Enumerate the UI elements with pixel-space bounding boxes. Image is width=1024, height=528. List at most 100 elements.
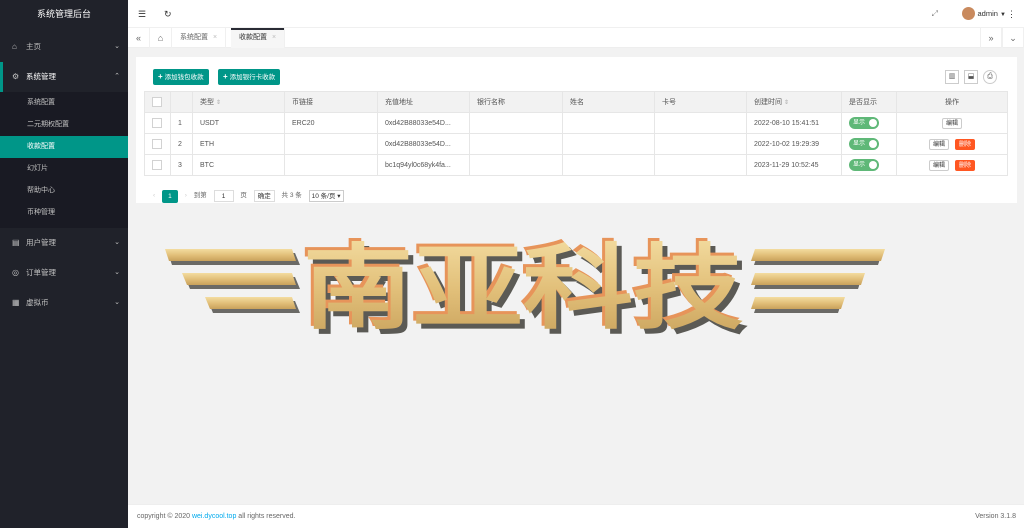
chevron-down-icon: ⌄	[114, 239, 120, 246]
button-label: 添加银行卡收款	[229, 74, 276, 81]
cell-actions: 编辑	[896, 112, 1008, 134]
footer: copyright © 2020 wei.dycool.top all righ…	[128, 504, 1024, 528]
coin-icon: ▦	[12, 298, 20, 307]
cell-actions: 编辑 删除	[896, 133, 1008, 155]
row-checkbox[interactable]	[152, 160, 162, 170]
sidebar-item-label: 用户管理	[26, 238, 56, 247]
cell-card	[654, 154, 747, 176]
close-icon[interactable]: ×	[272, 34, 276, 41]
sidebar-item-users[interactable]: ▤ 用户管理 ⌄	[0, 228, 128, 258]
sidebar-item-system[interactable]: ⚙ 系统管理 ⌃	[0, 62, 128, 92]
sidebar-item-label: 主页	[26, 42, 41, 51]
row-index: 1	[170, 112, 193, 134]
cell-name	[562, 112, 655, 134]
avatar	[961, 6, 975, 20]
page-unit-label: 页	[240, 192, 247, 199]
sidebar-item-orders[interactable]: ◎ 订单管理 ⌄	[0, 258, 128, 288]
table-row: 3 BTC bc1q94yl0c68yk4fa... 2023-11-29 10…	[144, 154, 1008, 176]
cell-bank	[469, 154, 563, 176]
export-icon[interactable]: ⬓	[964, 70, 978, 84]
more-vertical-icon[interactable]: ⋮	[1007, 0, 1016, 28]
sidebar-subitem-options-config[interactable]: 二元期权配置	[0, 114, 128, 136]
sidebar-subitem-currency[interactable]: 币种管理	[0, 202, 128, 224]
app-title: 系统管理后台	[0, 0, 128, 28]
cell-bank	[469, 112, 563, 134]
orders-icon: ◎	[12, 268, 19, 277]
tab-label: 系统配置	[180, 34, 208, 41]
close-icon[interactable]: ×	[213, 34, 217, 41]
table-row: 1 USDT ERC20 0xd42B88033e54D... 2022-08-…	[144, 112, 1008, 134]
tabs-scroll-right-icon[interactable]: »	[980, 28, 1002, 48]
visible-toggle[interactable]: 显示	[849, 138, 879, 150]
cell-time: 2022-08-10 15:41:51	[746, 112, 842, 134]
sort-icon[interactable]: ⇕	[216, 100, 221, 106]
gear-icon: ⚙	[12, 72, 20, 81]
print-icon[interactable]: ⎙	[983, 70, 997, 84]
toggle-label: 显示	[853, 141, 866, 147]
edit-button[interactable]: 编辑	[941, 117, 962, 129]
menu-toggle-icon[interactable]: ☰	[138, 0, 146, 28]
column-label: 类型	[200, 99, 214, 106]
tabs-scroll-left-icon[interactable]: «	[128, 28, 150, 48]
cell-address: 0xd42B88033e54D...	[377, 112, 470, 134]
goto-confirm-button[interactable]: 确定	[253, 190, 275, 202]
fullscreen-icon[interactable]: ⤢	[932, 0, 938, 28]
columns-filter-icon[interactable]: ▥	[945, 70, 959, 84]
cell-visible: 显示	[841, 154, 897, 176]
cell-bank	[469, 133, 563, 155]
tab-payment-config[interactable]: 收款配置 ×	[231, 28, 286, 48]
header-created-time[interactable]: 创建时间 ⇕	[746, 91, 842, 113]
cell-address: 0xd42B88033e54D...	[377, 133, 470, 155]
delete-button[interactable]: 删除	[955, 138, 976, 150]
pagination: ‹ 1 › 到第 1 页 确定 共 3 条 10 条/页 ▾	[153, 189, 349, 203]
payment-config-card: + 添加钱包收款 + 添加银行卡收款 ▥ ⬓ ⎙ 类型 ⇕ 币链接 充值地址 银行名称…	[136, 57, 1017, 203]
toggle-knob	[869, 140, 877, 148]
page-current[interactable]: 1	[161, 189, 178, 203]
sidebar-item-home[interactable]: ⌂ 主页 ⌄	[0, 32, 128, 62]
row-checkbox[interactable]	[152, 118, 162, 128]
sidebar-subitem-help[interactable]: 帮助中心	[0, 180, 128, 202]
sidebar-item-label: 系统管理	[26, 72, 56, 81]
payment-table: 类型 ⇕ 币链接 充值地址 银行名称 姓名 卡号 创建时间 ⇕ 是否显示 操作 1 …	[144, 91, 1008, 176]
header-type[interactable]: 类型 ⇕	[192, 91, 285, 113]
refresh-icon[interactable]: ↻	[164, 0, 172, 28]
sidebar-item-label: 虚拟币	[26, 298, 49, 307]
footer-link[interactable]: wei.dycool.top	[192, 513, 236, 520]
sort-icon[interactable]: ⇕	[784, 100, 789, 106]
users-icon: ▤	[12, 238, 20, 247]
tabs-menu-chevron-down-icon[interactable]: ⌄	[1002, 28, 1024, 48]
visible-toggle[interactable]: 显示	[849, 117, 879, 129]
tab-system-config[interactable]: 系统配置 ×	[172, 28, 227, 48]
cell-address: bc1q94yl0c68yk4fa...	[377, 154, 470, 176]
sidebar-subitem-system-config[interactable]: 系统配置	[0, 92, 128, 114]
header-visible: 是否显示	[841, 91, 897, 113]
home-tab-icon[interactable]: ⌂	[150, 28, 172, 48]
per-page-select[interactable]: 10 条/页 ▾	[308, 190, 344, 202]
copyright-suffix: all rights reserved.	[238, 513, 296, 520]
row-index: 2	[170, 133, 193, 155]
goto-label: 到第	[193, 192, 207, 199]
goto-page-input[interactable]: 1	[213, 190, 234, 202]
row-checkbox[interactable]	[152, 139, 162, 149]
brand-banner-image: 南亚科技 南亚科技 南亚科技	[165, 232, 885, 335]
next-page-icon[interactable]: ›	[185, 189, 187, 203]
add-wallet-button[interactable]: + 添加钱包收款	[153, 69, 209, 85]
edit-button[interactable]: 编辑	[928, 159, 949, 171]
sidebar-item-crypto[interactable]: ▦ 虚拟币 ⌄	[0, 288, 128, 318]
brand-text-group: 南亚科技 南亚科技 南亚科技	[300, 232, 748, 335]
toggle-label: 显示	[853, 162, 866, 168]
header-index-cell	[170, 91, 193, 113]
sidebar-item-label: 订单管理	[26, 268, 56, 277]
row-checkbox-cell	[144, 154, 171, 176]
sidebar-subitem-payment-config[interactable]: 收款配置	[0, 136, 128, 158]
add-bank-card-button[interactable]: + 添加银行卡收款	[218, 69, 281, 85]
select-all-checkbox[interactable]	[152, 97, 162, 107]
visible-toggle[interactable]: 显示	[849, 159, 879, 171]
cell-type: ETH	[192, 133, 285, 155]
user-menu[interactable]: admin ▼	[961, 0, 1006, 28]
table-row: 2 ETH 0xd42B88033e54D... 2022-10-02 19:2…	[144, 133, 1008, 155]
delete-button[interactable]: 删除	[955, 159, 976, 171]
prev-page-icon[interactable]: ‹	[153, 189, 155, 203]
edit-button[interactable]: 编辑	[928, 138, 949, 150]
sidebar-subitem-slides[interactable]: 幻灯片	[0, 158, 128, 180]
